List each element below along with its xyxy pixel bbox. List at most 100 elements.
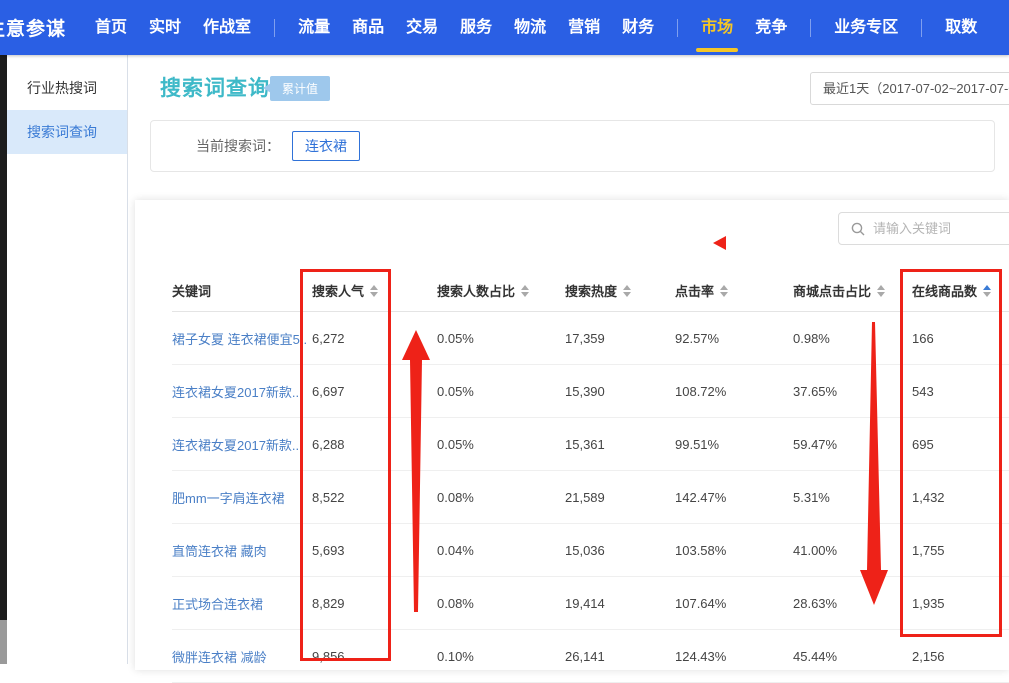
keyword-search-input[interactable]	[873, 221, 1009, 236]
searcher-ratio-value: 0.08%	[437, 490, 565, 505]
col-header-label: 搜索热度	[565, 281, 617, 300]
search-popularity-value: 6,272	[312, 331, 437, 346]
nav-item-data-extract[interactable]: 取数	[934, 0, 988, 55]
search-term-chip[interactable]: 连衣裙	[292, 131, 360, 161]
sort-icon[interactable]	[623, 285, 631, 297]
keyword-link[interactable]: 直筒连衣裙 藏肉	[172, 541, 312, 560]
cumulative-value-badge: 累计值	[270, 76, 330, 101]
nav-divider	[274, 19, 275, 37]
ctr-value: 108.72%	[675, 384, 793, 399]
keywords-table: 关键词 搜索人气 搜索人数占比 搜索热度 点击率 商城点击占比	[135, 270, 1009, 683]
col-header-ctr[interactable]: 点击率	[675, 281, 793, 300]
nav-item-trade[interactable]: 交易	[395, 0, 449, 55]
search-icon	[851, 222, 865, 236]
ctr-value: 99.51%	[675, 437, 793, 452]
col-header-searcher-ratio[interactable]: 搜索人数占比	[437, 281, 565, 300]
table-row: 连衣裙女夏2017新款... 6,288 0.05% 15,361 99.51%…	[172, 418, 1009, 471]
col-header-online-products[interactable]: 在线商品数	[912, 281, 1009, 300]
app-logo: 生意参谋	[0, 14, 66, 41]
nav-item-competition[interactable]: 竞争	[744, 0, 798, 55]
search-heat-value: 17,359	[565, 331, 675, 346]
keyword-link[interactable]: 肥mm一字肩连衣裙	[172, 488, 312, 507]
search-heat-value: 15,390	[565, 384, 675, 399]
sidebar-item-industry-hot-words[interactable]: 行业热搜词	[7, 66, 127, 110]
col-header-label: 商城点击占比	[793, 281, 871, 300]
online-products-value: 1,755	[912, 543, 1009, 558]
search-popularity-value: 9,856	[312, 649, 437, 664]
keyword-search-box[interactable]	[838, 212, 1009, 245]
online-products-value: 166	[912, 331, 1009, 346]
searcher-ratio-value: 0.10%	[437, 649, 565, 664]
mall-click-ratio-value: 37.65%	[793, 384, 912, 399]
table-row: 微胖连衣裙 减龄 9,856 0.10% 26,141 124.43% 45.4…	[172, 630, 1009, 683]
results-table-card: 关键词 搜索人气 搜索人数占比 搜索热度 点击率 商城点击占比	[135, 200, 1009, 670]
sort-icon[interactable]	[521, 285, 529, 297]
nav-item-traffic[interactable]: 流量	[287, 0, 341, 55]
nav-item-home[interactable]: 首页	[84, 0, 138, 55]
table-row: 肥mm一字肩连衣裙 8,522 0.08% 21,589 142.47% 5.3…	[172, 471, 1009, 524]
sidebar-item-search-word-query[interactable]: 搜索词查询	[7, 110, 127, 154]
col-header-label: 搜索人气	[312, 281, 364, 300]
search-heat-value: 15,361	[565, 437, 675, 452]
online-products-value: 1,432	[912, 490, 1009, 505]
nav-item-logistics[interactable]: 物流	[503, 0, 557, 55]
searcher-ratio-value: 0.05%	[437, 331, 565, 346]
search-popularity-value: 6,697	[312, 384, 437, 399]
nav-item-marketing[interactable]: 营销	[557, 0, 611, 55]
ctr-value: 107.64%	[675, 596, 793, 611]
nav-item-finance[interactable]: 财务	[611, 0, 665, 55]
keyword-link[interactable]: 连衣裙女夏2017新款...	[172, 382, 312, 401]
col-header-keyword[interactable]: 关键词	[172, 281, 312, 300]
searcher-ratio-value: 0.04%	[437, 543, 565, 558]
col-header-label: 点击率	[675, 281, 714, 300]
online-products-value: 1,935	[912, 596, 1009, 611]
table-row: 直筒连衣裙 藏肉 5,693 0.04% 15,036 103.58% 41.0…	[172, 524, 1009, 577]
search-heat-value: 19,414	[565, 596, 675, 611]
mall-click-ratio-value: 28.63%	[793, 596, 912, 611]
search-popularity-value: 5,693	[312, 543, 437, 558]
sort-icon[interactable]	[370, 285, 378, 297]
nav-item-service[interactable]: 服务	[449, 0, 503, 55]
table-header-row: 关键词 搜索人气 搜索人数占比 搜索热度 点击率 商城点击占比	[172, 270, 1009, 312]
search-heat-value: 15,036	[565, 543, 675, 558]
sort-icon[interactable]	[877, 285, 885, 297]
online-products-value: 2,156	[912, 649, 1009, 664]
table-row: 裙子女夏 连衣裙便宜5.. 6,272 0.05% 17,359 92.57% …	[172, 312, 1009, 365]
window-edge-strip	[0, 55, 7, 620]
mall-click-ratio-value: 0.98%	[793, 331, 912, 346]
keyword-link[interactable]: 裙子女夏 连衣裙便宜5..	[172, 329, 312, 348]
online-products-value: 543	[912, 384, 1009, 399]
table-row: 正式场合连衣裙 8,829 0.08% 19,414 107.64% 28.63…	[172, 577, 1009, 630]
col-header-search-heat[interactable]: 搜索热度	[565, 281, 675, 300]
ctr-value: 103.58%	[675, 543, 793, 558]
col-header-search-popularity[interactable]: 搜索人气	[312, 281, 437, 300]
sort-icon-active-asc[interactable]	[983, 285, 991, 297]
nav-item-business-zone[interactable]: 业务专区	[823, 0, 909, 55]
current-search-card: 当前搜索词： 连衣裙	[150, 120, 995, 172]
search-popularity-value: 8,829	[312, 596, 437, 611]
col-header-mall-click-ratio[interactable]: 商城点击占比	[793, 281, 912, 300]
nav-item-warroom[interactable]: 作战室	[192, 0, 262, 55]
keyword-link[interactable]: 连衣裙女夏2017新款...	[172, 435, 312, 454]
top-nav: 生意参谋 首页 实时 作战室 流量 商品 交易 服务 物流 营销 财务 市场 竞…	[0, 0, 1009, 55]
col-header-label: 在线商品数	[912, 281, 977, 300]
keyword-link[interactable]: 微胖连衣裙 减龄	[172, 647, 312, 666]
sort-icon[interactable]	[720, 285, 728, 297]
search-popularity-value: 6,288	[312, 437, 437, 452]
mall-click-ratio-value: 5.31%	[793, 490, 912, 505]
col-header-label: 关键词	[172, 281, 211, 300]
nav-item-goods[interactable]: 商品	[341, 0, 395, 55]
nav-item-market[interactable]: 市场	[690, 0, 744, 55]
table-row: 连衣裙女夏2017新款... 6,697 0.05% 15,390 108.72…	[172, 365, 1009, 418]
sidebar: 行业热搜词 搜索词查询	[7, 55, 128, 664]
mall-click-ratio-value: 45.44%	[793, 649, 912, 664]
date-range-selector[interactable]: 最近1天（2017-07-02~2017-07-02）	[810, 72, 1009, 105]
col-header-label: 搜索人数占比	[437, 281, 515, 300]
mall-click-ratio-value: 41.00%	[793, 543, 912, 558]
keyword-link[interactable]: 正式场合连衣裙	[172, 594, 312, 613]
window-edge-strip-bottom	[0, 620, 7, 664]
ctr-value: 142.47%	[675, 490, 793, 505]
nav-item-realtime[interactable]: 实时	[138, 0, 192, 55]
searcher-ratio-value: 0.05%	[437, 437, 565, 452]
ctr-value: 92.57%	[675, 331, 793, 346]
